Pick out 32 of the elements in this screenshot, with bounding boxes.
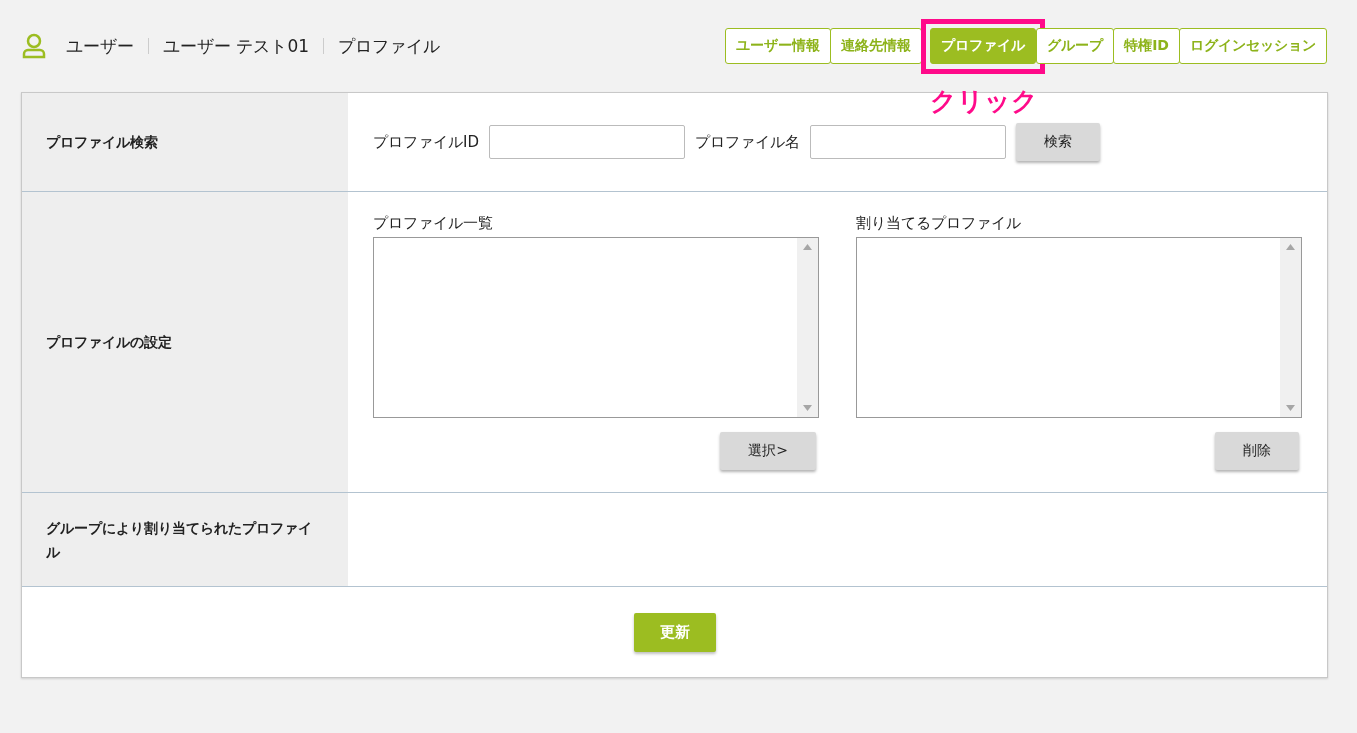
list-label: プロファイル一覧 [373, 214, 494, 233]
section-label: プロファイル検索 [22, 93, 348, 191]
list-action-button[interactable]: 削除 [1215, 432, 1299, 470]
list-box[interactable] [856, 237, 1302, 418]
section-label: プロファイルの設定 [22, 192, 348, 492]
update-button[interactable]: 更新 [633, 612, 716, 652]
field-label: プロファイル名 [695, 132, 800, 152]
scrollbar[interactable] [797, 238, 818, 417]
scroll-up-icon[interactable] [803, 244, 812, 250]
annotation-label: クリック [930, 85, 1039, 118]
breadcrumb-item: プロファイル [337, 34, 442, 58]
section-label: グループにより割り当てられたプロファイル [22, 493, 348, 586]
scroll-down-icon[interactable] [803, 405, 812, 411]
user-icon [22, 33, 46, 59]
scroll-down-icon[interactable] [1286, 405, 1295, 411]
scroll-up-icon[interactable] [1286, 244, 1295, 250]
tab[interactable]: 特権ID [1113, 28, 1180, 64]
tab[interactable]: グループ [1036, 28, 1115, 64]
field-label: プロファイルID [373, 132, 479, 152]
tab[interactable]: ログインセッション [1179, 28, 1327, 64]
search-button[interactable]: 検索 [1016, 123, 1100, 161]
breadcrumb-item[interactable]: ユーザー テスト01 [149, 34, 324, 58]
tab[interactable]: ユーザー情報 [725, 28, 832, 64]
input-field[interactable] [810, 125, 1006, 159]
list-action-button[interactable]: 選択> [720, 432, 816, 470]
list-label: 割り当てるプロファイル [856, 214, 1022, 233]
breadcrumb-item[interactable]: ユーザー [66, 34, 148, 58]
list-box[interactable] [373, 237, 819, 418]
scrollbar[interactable] [1280, 238, 1301, 417]
input-field[interactable] [489, 125, 685, 159]
tab[interactable]: プロファイル [930, 28, 1037, 64]
tab[interactable]: 連絡先情報 [830, 28, 923, 64]
